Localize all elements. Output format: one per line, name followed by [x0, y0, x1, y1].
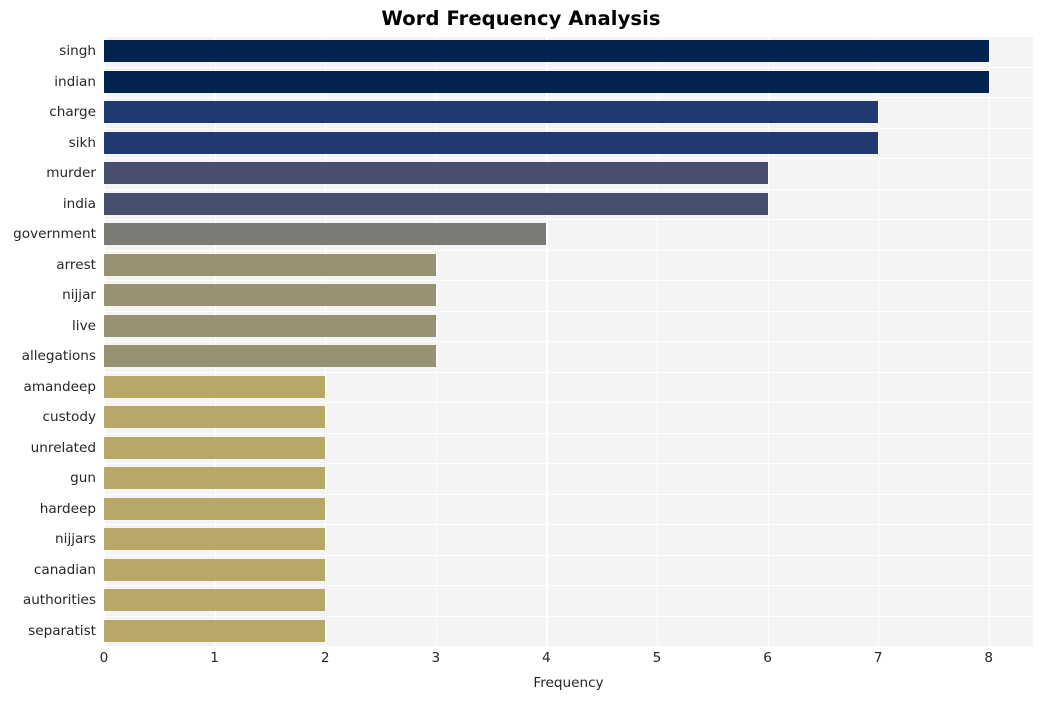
bar[interactable]	[104, 314, 436, 337]
gridline-horizontal	[104, 402, 1033, 404]
word-frequency-chart-figure: Word Frequency Analysis singh indian charg…	[0, 0, 1042, 701]
y-axis-tick-label: gun	[70, 470, 96, 487]
bar[interactable]	[104, 131, 879, 154]
gridline-horizontal	[104, 615, 1033, 617]
y-axis-tick-label: canadian	[33, 561, 96, 578]
bar[interactable]	[104, 284, 436, 307]
gridline-horizontal	[104, 341, 1033, 343]
bar[interactable]	[104, 558, 326, 581]
gridline-horizontal	[104, 158, 1033, 160]
bar[interactable]	[104, 253, 436, 276]
gridline-horizontal	[104, 432, 1033, 434]
y-axis-tick-label: authorities	[22, 592, 96, 609]
y-axis-tick-label: singh	[59, 43, 96, 60]
gridline-horizontal	[104, 585, 1033, 587]
gridline-horizontal	[104, 127, 1033, 129]
bar[interactable]	[104, 467, 326, 490]
bar[interactable]	[104, 406, 326, 429]
bar[interactable]	[104, 192, 768, 215]
x-axis-tick-label: 3	[431, 650, 441, 666]
bar[interactable]	[104, 162, 768, 185]
gridline-horizontal	[104, 524, 1033, 526]
chart-title: Word Frequency Analysis	[381, 7, 661, 30]
x-axis-tick-label: 6	[763, 650, 772, 666]
y-axis-tick-label: separatist	[28, 622, 96, 639]
x-axis-tick-label: 8	[984, 650, 994, 666]
gridline-horizontal	[104, 249, 1033, 251]
gridline-horizontal	[104, 66, 1033, 68]
y-axis-tick-label: custody	[42, 409, 97, 426]
bar[interactable]	[104, 223, 547, 246]
x-axis-title: Frequency	[533, 675, 604, 691]
gridline-horizontal	[104, 310, 1033, 312]
y-axis-tick-label: unrelated	[30, 439, 96, 456]
plot-area	[104, 36, 1033, 646]
y-axis-tick-label: nijjar	[62, 287, 96, 304]
bar[interactable]	[104, 436, 326, 459]
gridline-horizontal	[104, 219, 1033, 221]
y-axis-tick-label: allegations	[21, 348, 96, 365]
x-axis-tick-label: 0	[99, 650, 109, 666]
bar[interactable]	[104, 589, 326, 612]
gridline-horizontal	[104, 554, 1033, 556]
y-axis-tick-label: government	[13, 226, 96, 243]
bar[interactable]	[104, 101, 879, 124]
y-axis-tick-label: nijjars	[55, 531, 96, 548]
bar[interactable]	[104, 70, 989, 93]
y-axis-tick-label: charge	[49, 104, 96, 121]
y-axis-tick-label: india	[62, 195, 96, 212]
gridline-horizontal	[104, 97, 1033, 99]
x-axis-tick-label: 2	[320, 650, 330, 666]
y-axis-tick-label: arrest	[56, 256, 96, 273]
x-axis-tick-label: 5	[652, 650, 662, 666]
gridline-horizontal	[104, 188, 1033, 190]
y-axis-tick-label: sikh	[68, 134, 96, 151]
bar[interactable]	[104, 345, 436, 368]
bar[interactable]	[104, 375, 326, 398]
x-axis-tick-labels: 0 1 2 3 4 5 6 7 8	[0, 650, 1042, 672]
y-axis-tick-label: hardeep	[39, 500, 96, 517]
gridline-horizontal	[104, 371, 1033, 373]
x-axis-tick-label: 7	[873, 650, 883, 666]
y-axis-tick-label: murder	[46, 165, 96, 182]
bar[interactable]	[104, 528, 326, 551]
x-axis-tick-label: 1	[210, 650, 219, 666]
y-axis-tick-label: live	[72, 317, 96, 334]
gridline-horizontal	[104, 463, 1033, 465]
gridline-horizontal	[104, 280, 1033, 282]
bar[interactable]	[104, 619, 326, 642]
gridline-horizontal	[104, 493, 1033, 495]
y-axis-tick-label: amandeep	[23, 378, 96, 395]
bar[interactable]	[104, 497, 326, 520]
y-axis-tick-label: indian	[54, 73, 96, 90]
bar[interactable]	[104, 40, 989, 63]
gridline-horizontal	[104, 36, 1033, 38]
x-axis-tick-label: 4	[542, 650, 551, 666]
y-axis-tick-labels: singh indian charge sikh murder india governme…	[0, 36, 96, 646]
